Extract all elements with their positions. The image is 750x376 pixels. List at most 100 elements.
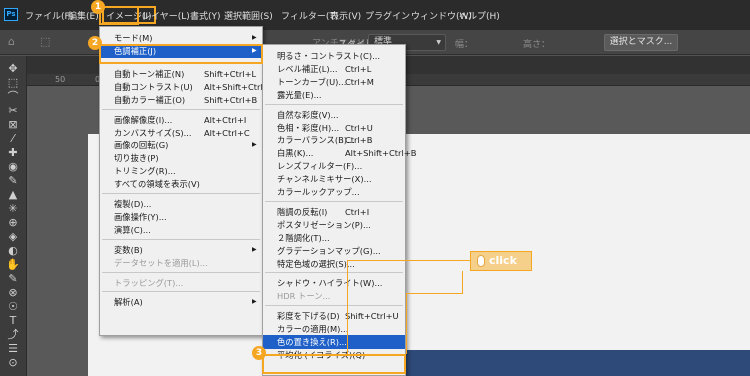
- menu-item-label: トラッピング(T)...: [114, 277, 184, 288]
- menu-item-label: すべての領域を表示(V): [114, 179, 200, 190]
- menu-item[interactable]: グラデーションマップ(G)...: [263, 244, 405, 258]
- step-badge-3: 3: [252, 346, 266, 360]
- menu-item[interactable]: カンバスサイズ(S)... Alt+Ctrl+C: [100, 126, 262, 140]
- menu-item[interactable]: 色相・彩度(H)... Ctrl+U: [263, 121, 405, 135]
- menu-item[interactable]: 色の置き換え(R)...: [263, 335, 405, 349]
- menu-6[interactable]: 選択範囲(S): [224, 9, 273, 22]
- menu-item[interactable]: ２階調化(T)...: [263, 231, 405, 245]
- menu-item[interactable]: カラーの適用(M)...: [263, 322, 405, 336]
- zoom-icon[interactable]: ☉: [6, 300, 20, 313]
- menu-item: データセットを適用(L)...: [100, 256, 262, 270]
- callout-line: [406, 293, 407, 354]
- menu-item: トラッピング(T)...: [100, 276, 262, 290]
- menu-item[interactable]: ポスタリゼーション(P)...: [263, 218, 405, 232]
- blur-icon[interactable]: ◈: [6, 230, 20, 243]
- mask-icon[interactable]: ⊙: [6, 356, 20, 369]
- lasso-icon[interactable]: ⌒: [6, 90, 20, 103]
- menu-item[interactable]: 特定色域の選択(S)...: [263, 257, 405, 271]
- menu-item-label: 解析(A): [114, 297, 143, 308]
- menu-item-label: レベル補正(L)...: [277, 63, 338, 74]
- step3-highlight: [262, 354, 406, 374]
- menu-item-label: カラールックアップ...: [277, 187, 360, 197]
- menu-item[interactable]: モード(M) ▶: [100, 31, 262, 45]
- menu-item-label: ポスタリゼーション(P)...: [277, 219, 371, 230]
- callout-line: [462, 271, 463, 294]
- callout-line: [347, 260, 348, 354]
- menu-item[interactable]: 明るさ・コントラスト(C)...: [263, 49, 405, 63]
- move-icon[interactable]: ✥: [6, 62, 20, 75]
- gradient-icon[interactable]: ⊕: [6, 216, 20, 229]
- layers-icon[interactable]: ☰: [6, 342, 20, 355]
- eyedropper-icon[interactable]: ⁄: [6, 132, 20, 145]
- select-and-mask-button[interactable]: 選択とマスク...: [604, 34, 678, 51]
- menu-item[interactable]: チャンネルミキサー(X)...: [263, 172, 405, 186]
- submenu-arrow-icon: ▶: [252, 298, 257, 306]
- menu-item[interactable]: 変数(B) ▶: [100, 243, 262, 257]
- menu-item[interactable]: 画像の回転(G) ▶: [100, 138, 262, 152]
- menu-item[interactable]: 複製(D)...: [100, 197, 262, 211]
- type-icon[interactable]: T: [6, 314, 20, 327]
- submenu-arrow-icon: ▶: [252, 34, 257, 41]
- frame-icon[interactable]: ⊠: [6, 118, 20, 131]
- pen-icon[interactable]: ✎: [6, 272, 20, 285]
- menu-8[interactable]: 表示(V): [330, 9, 361, 22]
- menu-item-label: シャドウ・ハイライト(W)...: [277, 278, 383, 289]
- menu-item[interactable]: 画像解像度(I)... Alt+Ctrl+I: [100, 113, 262, 127]
- crop-icon[interactable]: ✂: [6, 104, 20, 117]
- menu-item[interactable]: レベル補正(L)... Ctrl+L: [263, 62, 405, 76]
- menu-item[interactable]: カラーバランス(B)... Ctrl+B: [263, 133, 405, 147]
- shortcut-label: Ctrl+U: [345, 122, 373, 133]
- menu-item[interactable]: トーンカーブ(U)... Ctrl+M: [263, 75, 405, 89]
- menu-item[interactable]: 自然な彩度(V)...: [263, 108, 405, 122]
- menu-item[interactable]: 自動トーン補正(N) Shift+Ctrl+L: [100, 67, 262, 81]
- menu-item[interactable]: 自動カラー補正(O) Shift+Ctrl+B: [100, 93, 262, 107]
- menu-item-label: 彩度を下げる(D): [277, 311, 340, 322]
- path-icon[interactable]: ⤴: [6, 328, 20, 341]
- width-label: 幅：: [455, 40, 474, 50]
- menu-1[interactable]: ファイル(F): [25, 9, 73, 22]
- menu-9[interactable]: プラグイン: [365, 9, 410, 22]
- menu-item[interactable]: 階調の反転(I) Ctrl+I: [263, 205, 405, 219]
- stamp-icon[interactable]: ✎: [6, 174, 20, 187]
- menu-item[interactable]: トリミング(R)...: [100, 164, 262, 178]
- menu-item[interactable]: 彩度を下げる(D) Shift+Ctrl+U: [263, 309, 405, 323]
- menu-item[interactable]: カラールックアップ...: [263, 185, 405, 199]
- menu-item-label: 自動トーン補正(N): [114, 68, 185, 79]
- home-icon[interactable]: ⌂: [8, 35, 15, 48]
- menu-separator: [265, 305, 403, 307]
- menu-item[interactable]: シャドウ・ハイライト(W)...: [263, 276, 405, 290]
- marquee-icon[interactable]: ⬚: [40, 35, 50, 48]
- menu-item-label: レンズフィルター(F)...: [277, 161, 363, 172]
- menu-item[interactable]: 切り抜き(P): [100, 151, 262, 165]
- menu-separator: [102, 238, 260, 240]
- shortcut-label: Alt+Ctrl+C: [204, 127, 250, 138]
- dodge-icon[interactable]: ◐: [6, 244, 20, 257]
- hand-icon[interactable]: ✋: [6, 258, 20, 271]
- adjustments-submenu: 明るさ・コントラスト(C)... レベル補正(L)... Ctrl+L トーンカーブ(…: [262, 44, 416, 376]
- menu-item-label: HDR トーン...: [277, 291, 331, 302]
- menu-item-label: チャンネルミキサー(X)...: [277, 174, 372, 185]
- menu-item[interactable]: レンズフィルター(F)...: [263, 159, 405, 173]
- menu-item[interactable]: 演算(C)...: [100, 223, 262, 237]
- click-callout: click: [470, 251, 532, 271]
- marquee-icon[interactable]: ⬚: [6, 76, 20, 89]
- menu-item[interactable]: 自動コントラスト(U) Alt+Shift+Ctrl+L: [100, 80, 274, 94]
- menu-item[interactable]: すべての領域を表示(V): [100, 177, 262, 191]
- menu-item-label: 階調の反転(I): [277, 206, 328, 217]
- menu-5[interactable]: 書式(Y): [190, 9, 221, 22]
- menu-item-label: 画像操作(Y)...: [114, 211, 167, 222]
- menu-item[interactable]: 解析(A) ▶: [100, 295, 262, 309]
- menu-item[interactable]: 白黒(K)... Alt+Shift+Ctrl+B: [263, 146, 416, 160]
- menu-11[interactable]: ヘルプ(H): [459, 9, 500, 22]
- shape-icon[interactable]: ⊗: [6, 286, 20, 299]
- eraser-icon[interactable]: ✳: [6, 202, 20, 215]
- menu-item-label: カラーバランス(B)...: [277, 135, 355, 146]
- menu-item-label: 明るさ・コントラスト(C)...: [277, 51, 380, 61]
- menu-4[interactable]: レイヤー(L): [142, 9, 190, 22]
- healing-icon[interactable]: ✚: [6, 146, 20, 159]
- menu-separator: [102, 108, 260, 110]
- history-icon[interactable]: ▲: [6, 188, 20, 201]
- menu-item[interactable]: 露光量(E)...: [263, 88, 405, 102]
- brush-icon[interactable]: ◉: [6, 160, 20, 173]
- menu-item[interactable]: 画像操作(Y)...: [100, 210, 262, 224]
